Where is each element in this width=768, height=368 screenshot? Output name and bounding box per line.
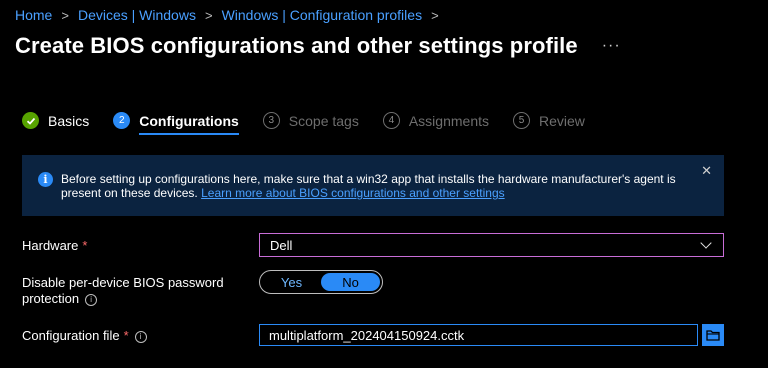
step-basics[interactable]: Basics: [22, 112, 89, 129]
step-label: Configurations: [139, 112, 239, 135]
breadcrumb-separator: >: [204, 7, 213, 23]
required-marker: *: [123, 328, 129, 343]
folder-icon: [706, 330, 720, 341]
hardware-dropdown[interactable]: Dell: [259, 233, 724, 257]
step-review[interactable]: 5 Review: [513, 112, 585, 129]
password-label-line2: protection: [22, 291, 80, 306]
breadcrumb-separator: >: [61, 7, 69, 23]
config-file-label-text: Configuration file: [22, 328, 120, 343]
step-assignments[interactable]: 4 Assignments: [382, 112, 489, 129]
step-label: Review: [539, 112, 585, 129]
step-label: Basics: [48, 112, 90, 129]
browse-file-button[interactable]: [702, 324, 724, 346]
info-circle-icon[interactable]: i: [85, 293, 98, 306]
breadcrumb: Home > Devices | Windows > Windows | Con…: [15, 7, 448, 23]
learn-more-link[interactable]: Learn more about BIOS configurations and…: [201, 186, 505, 200]
step-label: Assignments: [408, 112, 489, 129]
configuration-file-input[interactable]: multiplatform_202404150924.cctk: [259, 324, 698, 346]
close-icon[interactable]: ✕: [701, 164, 712, 178]
chevron-down-icon: [700, 237, 712, 249]
info-icon: i: [38, 172, 53, 187]
configuration-file-value: multiplatform_202404150924.cctk: [269, 327, 465, 343]
password-protection-toggle[interactable]: Yes No: [259, 270, 383, 294]
hardware-selected-value: Dell: [270, 237, 293, 253]
toggle-yes[interactable]: Yes: [262, 273, 321, 291]
hardware-label: Hardware *: [22, 238, 87, 254]
password-protection-label: Disable per-device BIOS password protect…: [22, 275, 224, 307]
toggle-no[interactable]: No: [321, 273, 380, 291]
more-options-button[interactable]: ···: [602, 37, 621, 55]
page-title: Create BIOS configurations and other set…: [15, 33, 578, 58]
step-label: Scope tags: [288, 112, 359, 129]
password-label-line1: Disable per-device BIOS password: [22, 275, 224, 290]
title-row: Create BIOS configurations and other set…: [15, 33, 621, 59]
step-scope-tags[interactable]: 3 Scope tags: [262, 112, 359, 129]
breadcrumb-configuration-profiles[interactable]: Windows | Configuration profiles: [222, 7, 423, 23]
required-marker: *: [82, 238, 88, 253]
wizard-steps: Basics 2 Configurations 3 Scope tags 4 A…: [22, 112, 609, 135]
hardware-label-text: Hardware: [22, 238, 79, 253]
breadcrumb-home[interactable]: Home: [15, 7, 52, 23]
step-number: 3: [262, 112, 280, 129]
checkmark-icon: [22, 112, 39, 129]
step-number: 4: [382, 112, 400, 129]
step-configurations[interactable]: 2 Configurations: [113, 112, 239, 135]
breadcrumb-devices-windows[interactable]: Devices | Windows: [78, 7, 196, 23]
step-number: 5: [513, 112, 530, 129]
info-banner: i Before setting up configurations here,…: [22, 155, 724, 216]
configuration-file-label: Configuration file * i: [22, 328, 147, 344]
step-number: 2: [113, 112, 131, 129]
breadcrumb-separator: >: [431, 7, 439, 23]
info-circle-icon[interactable]: i: [134, 330, 147, 343]
